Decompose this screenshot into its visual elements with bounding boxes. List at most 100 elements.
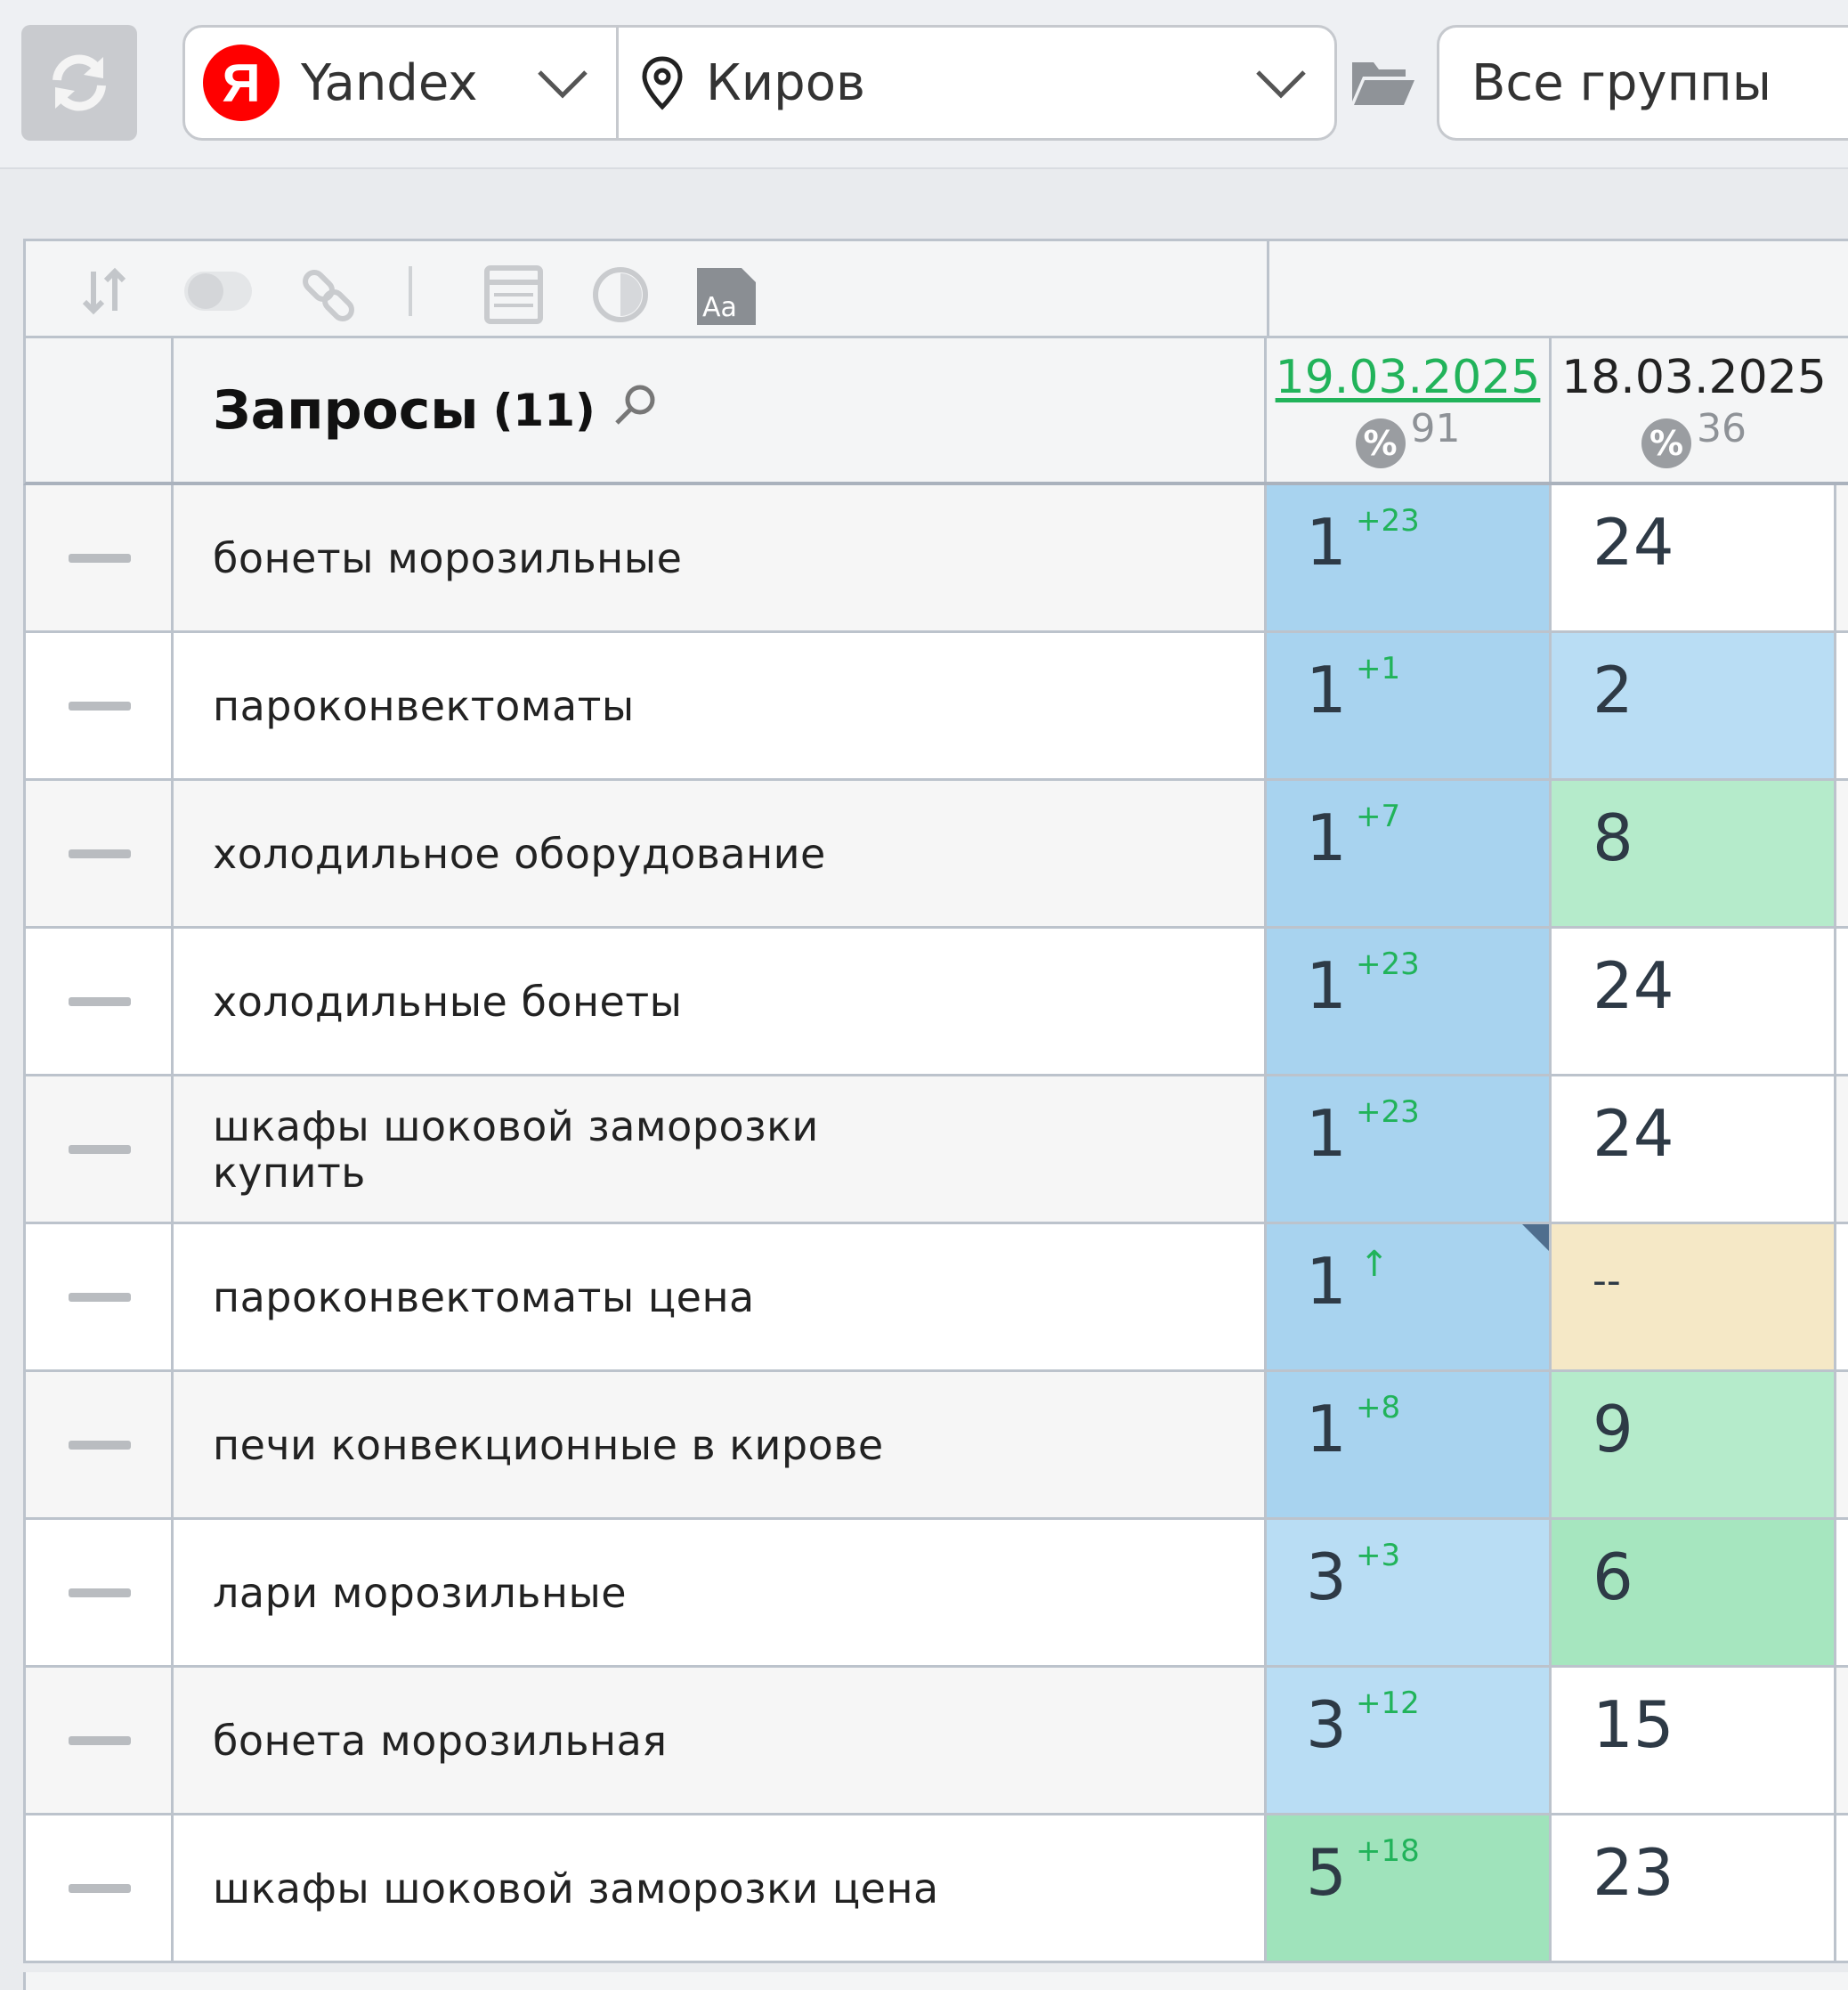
- position-cell[interactable]: 1 +7: [1267, 781, 1552, 926]
- query-cell: шкафы шоковой заморозки купить: [174, 1076, 1267, 1222]
- percent-icon: %: [1641, 418, 1691, 468]
- minus-icon: [69, 702, 131, 711]
- position-change: ↑: [1359, 1244, 1390, 1285]
- position-cell[interactable]: 3 +12: [1267, 1668, 1552, 1813]
- folder-open-icon[interactable]: [1349, 55, 1416, 109]
- row-control[interactable]: [26, 1224, 174, 1369]
- previous-position-cell[interactable]: 8: [1552, 781, 1836, 926]
- table-row: шкафы шоковой заморозки цена 5 +18 23: [23, 1815, 1848, 1963]
- position-change: +23: [1356, 503, 1420, 539]
- previous-position-cell[interactable]: 2: [1552, 633, 1836, 778]
- position-value: 1: [1306, 505, 1347, 580]
- positions-table: Aa Запросы (11) 19.03.2025 % 91 18.03.20…: [23, 239, 1848, 1990]
- position-value: 1: [1306, 1096, 1347, 1171]
- row-control[interactable]: [26, 485, 174, 630]
- query-text: лари морозильные: [213, 1568, 628, 1617]
- row-control[interactable]: [26, 781, 174, 926]
- sort-icon[interactable]: [77, 264, 131, 318]
- table-row: пароконвектоматы цена 1 ↑ --: [23, 1224, 1848, 1372]
- percent-value: 36: [1697, 406, 1747, 451]
- previous-position-cell[interactable]: 24: [1552, 485, 1836, 630]
- toggle-icon[interactable]: [182, 264, 254, 318]
- minus-icon: [69, 554, 131, 563]
- query-cell: печи конвекционные в кирове: [174, 1372, 1267, 1517]
- position-value: 3: [1306, 1539, 1347, 1614]
- row-control[interactable]: [26, 1668, 174, 1813]
- search-icon[interactable]: [612, 382, 660, 430]
- row-control[interactable]: [26, 1520, 174, 1665]
- toolbar-divider: [409, 266, 412, 316]
- font-size-icon[interactable]: Aa: [695, 264, 758, 327]
- query-cell: холодильные бонеты: [174, 929, 1267, 1074]
- date-label: 18.03.2025: [1561, 351, 1827, 404]
- query-text: бонеты морозильные: [213, 533, 683, 582]
- minus-icon: [69, 1145, 131, 1154]
- position-cell[interactable]: 1 ↑: [1267, 1224, 1552, 1369]
- previous-position-cell[interactable]: 15: [1552, 1668, 1836, 1813]
- group-dropdown[interactable]: Все группы: [1437, 25, 1848, 141]
- top-toolbar: Я Yandex Киров Все группы: [0, 0, 1848, 169]
- minus-icon: [69, 1293, 131, 1302]
- previous-position-cell[interactable]: 6: [1552, 1520, 1836, 1665]
- position-change: +3: [1356, 1538, 1401, 1573]
- table-tools: Aa: [23, 239, 1269, 338]
- minus-icon: [69, 1736, 131, 1745]
- previous-position-value: 24: [1593, 505, 1674, 580]
- previous-position-value: --: [1593, 1258, 1621, 1304]
- table-view-icon[interactable]: [483, 264, 544, 325]
- row-control[interactable]: [26, 1372, 174, 1517]
- position-cell[interactable]: 1 +23: [1267, 1076, 1552, 1222]
- position-value: 1: [1306, 653, 1347, 727]
- row-control[interactable]: [26, 1076, 174, 1222]
- percent-value: 91: [1410, 406, 1461, 451]
- svg-text:Aa: Aa: [702, 292, 737, 323]
- date-link[interactable]: 19.03.2025: [1267, 351, 1549, 404]
- previous-position-value: 24: [1593, 1096, 1674, 1171]
- query-text: шкафы шоковой заморозки купить: [213, 1101, 819, 1197]
- query-text: холодильное оборудование: [213, 829, 826, 878]
- previous-position-cell[interactable]: 23: [1552, 1815, 1836, 1961]
- previous-position-value: 6: [1593, 1539, 1633, 1614]
- position-value: 5: [1306, 1835, 1347, 1910]
- position-cell[interactable]: 1 +23: [1267, 485, 1552, 630]
- position-change: +1: [1356, 651, 1401, 686]
- date-column-header[interactable]: 18.03.2025 % 36: [1552, 338, 1836, 482]
- table-row: шкафы шоковой заморозки купить 1 +23 24: [23, 1076, 1848, 1224]
- previous-position-cell[interactable]: 24: [1552, 1076, 1836, 1222]
- date-column-header[interactable]: 19.03.2025 % 91: [1267, 338, 1552, 482]
- table-tools-right: [1267, 239, 1848, 338]
- query-text: пароконвектоматы цена: [213, 1272, 755, 1321]
- contrast-icon[interactable]: [590, 264, 651, 325]
- previous-position-cell[interactable]: 24: [1552, 929, 1836, 1074]
- engine-dropdown[interactable]: Я Yandex: [185, 28, 619, 138]
- row-control[interactable]: [26, 1815, 174, 1961]
- position-change: +8: [1356, 1390, 1401, 1425]
- percent-icon: %: [1355, 418, 1406, 468]
- previous-position-cell[interactable]: 9: [1552, 1372, 1836, 1517]
- position-cell[interactable]: 1 +8: [1267, 1372, 1552, 1517]
- visibility-percent: % 91: [1267, 406, 1549, 468]
- minus-icon: [69, 849, 131, 858]
- region-label: Киров: [706, 53, 865, 112]
- position-cell[interactable]: 5 +18: [1267, 1815, 1552, 1961]
- position-value: 1: [1306, 1392, 1347, 1466]
- table-body: бонеты морозильные 1 +23 24 пароконвектоматы…: [23, 485, 1848, 1963]
- region-dropdown[interactable]: Киров: [619, 28, 1334, 138]
- query-text: холодильные бонеты: [213, 977, 683, 1026]
- position-cell[interactable]: 1 +23: [1267, 929, 1552, 1074]
- row-control[interactable]: [26, 929, 174, 1074]
- previous-position-value: 9: [1593, 1392, 1633, 1466]
- table-row: лари морозильные 3 +3 6: [23, 1520, 1848, 1668]
- queries-title: Запросы: [213, 378, 479, 442]
- previous-position-cell[interactable]: --: [1552, 1224, 1836, 1369]
- position-value: 1: [1306, 800, 1347, 875]
- row-control[interactable]: [26, 633, 174, 778]
- link-icon[interactable]: [298, 264, 361, 327]
- note-corner-icon: [1522, 1224, 1549, 1251]
- refresh-button[interactable]: [21, 25, 137, 141]
- position-cell[interactable]: 3 +3: [1267, 1520, 1552, 1665]
- header-spacer: [26, 338, 174, 482]
- position-cell[interactable]: 1 +1: [1267, 633, 1552, 778]
- refresh-icon: [53, 54, 106, 111]
- query-cell: лари морозильные: [174, 1520, 1267, 1665]
